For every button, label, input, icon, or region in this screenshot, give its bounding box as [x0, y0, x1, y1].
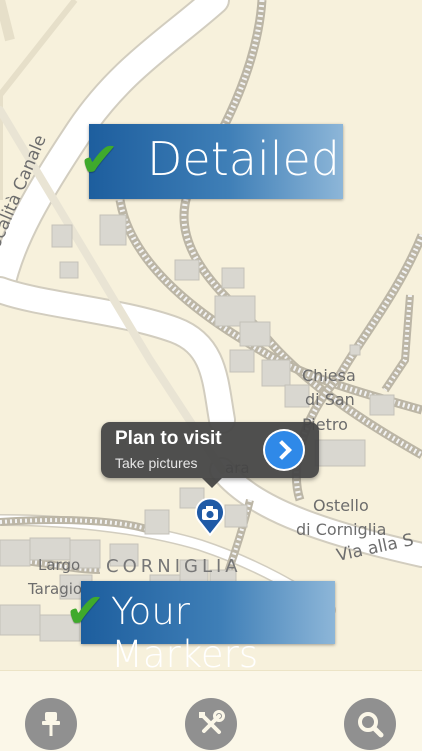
map-label-di-san: di San — [305, 390, 355, 409]
search-icon — [358, 712, 384, 738]
tools-button[interactable] — [185, 698, 237, 750]
map-label-di-corniglia: di Corniglia — [296, 520, 387, 539]
bottom-toolbar — [0, 670, 422, 751]
camera-icon — [195, 497, 225, 537]
search-button[interactable] — [344, 698, 396, 750]
chevron-right-icon — [272, 440, 292, 460]
map-label-corniglia: CORNIGLIA — [106, 556, 242, 577]
callout-detail-button[interactable] — [265, 431, 303, 469]
map-label-chiesa: Chiesa — [302, 366, 356, 385]
promo-title-your-markers: Your Markers — [111, 590, 259, 676]
checkmark-icon: ✔ — [79, 132, 120, 188]
map-label-largo: Largo — [38, 556, 81, 574]
checkmark-icon: ✔ — [65, 583, 106, 639]
callout-subtitle: Take pictures — [115, 455, 198, 471]
pin-icon — [42, 712, 60, 736]
marker-callout[interactable]: Plan to visit Take pictures — [101, 422, 319, 488]
tools-icon — [199, 710, 225, 734]
promo-banner-your-markers: ✔ Your Markers — [65, 581, 335, 676]
promo-banner-detailed: ✔ Detailed — [79, 124, 343, 199]
map-marker-pin[interactable] — [194, 497, 226, 537]
promo-title-detailed: Detailed — [147, 132, 341, 186]
pin-button[interactable] — [25, 698, 77, 750]
map-label-ostello: Ostello — [313, 496, 369, 515]
callout-title: Plan to visit — [115, 428, 222, 449]
